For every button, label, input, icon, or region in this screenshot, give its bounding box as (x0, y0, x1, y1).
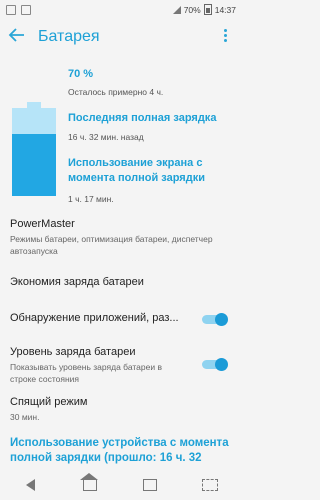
status-right: 70% 14:37 (172, 4, 236, 15)
toggle-knob (215, 358, 228, 371)
battery-fill (12, 134, 56, 196)
powermaster-item[interactable]: PowerMaster Режимы батареи, оптимизация … (10, 218, 230, 257)
app-detection-toggle[interactable] (202, 313, 228, 326)
arrow-left-icon[interactable] (8, 26, 28, 46)
screen-usage-title: Использование экрана с момента полной за… (68, 157, 205, 184)
nav-recent-apps-icon[interactable] (140, 477, 160, 493)
sleep-mode-value: 30 мин. (10, 412, 40, 422)
nav-home-icon[interactable] (80, 472, 100, 493)
battery-level-graphic (12, 102, 56, 196)
navigation-bar (0, 470, 240, 500)
sleep-mode-item[interactable]: Спящий режим 30 мин. (10, 396, 230, 423)
status-time: 14:37 (214, 4, 236, 15)
battery-body (12, 108, 56, 196)
battery-level-subtitle: Показывать уровень заряда батареи в стро… (10, 362, 162, 384)
notification-icon (6, 5, 16, 15)
toggle-knob (215, 313, 228, 326)
screen-usage-value: 1 ч. 17 мин. (68, 194, 114, 204)
app-detection-item[interactable]: Обнаружение приложений, раз... (10, 312, 230, 326)
app-bar: Батарея (0, 22, 240, 54)
battery-level-toggle[interactable] (202, 358, 228, 371)
signal-icon (172, 5, 181, 14)
battery-percent: 70 % (68, 68, 94, 80)
battery-remaining: Осталось примерно 4 ч. (68, 87, 164, 97)
device-usage-title[interactable]: Использование устройства с момента полно… (10, 436, 230, 466)
last-charge-title: Последняя полная зарядка (68, 112, 217, 124)
image-notification-icon (21, 5, 31, 15)
page-title: Батарея (38, 28, 100, 45)
sleep-mode-title: Спящий режим (10, 396, 88, 408)
nav-back-icon[interactable] (20, 477, 40, 493)
more-vertical-icon[interactable] (224, 29, 230, 42)
status-battery-percent: 70% (183, 4, 201, 15)
battery-level-item[interactable]: Уровень заряда батареи Показывать уровен… (10, 346, 230, 385)
last-charge-value: 16 ч. 32 мин. назад (68, 132, 144, 142)
battery-saver-title: Экономия заряда батареи (10, 276, 144, 288)
status-bar: 70% 14:37 (0, 0, 240, 20)
battery-level-title: Уровень заряда батареи (10, 346, 136, 358)
powermaster-subtitle: Режимы батареи, оптимизация батареи, дис… (10, 234, 213, 256)
battery-status-icon (203, 4, 212, 15)
powermaster-title: PowerMaster (10, 218, 75, 230)
notification-icons (6, 5, 31, 15)
battery-saver-item[interactable]: Экономия заряда батареи (10, 276, 230, 288)
nav-screenshot-icon[interactable] (200, 477, 220, 493)
app-detection-title: Обнаружение приложений, раз... (10, 312, 179, 324)
